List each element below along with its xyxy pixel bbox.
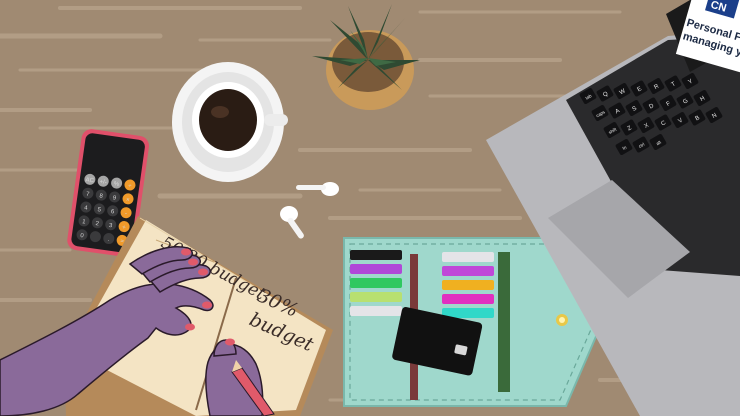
- earbuds: [280, 182, 339, 239]
- coffee-cup: [172, 62, 288, 182]
- card-slots-left: [350, 250, 402, 316]
- desk-scene: AC +/-% ÷ 7 8 9 × 4 5 6-1 2 3 +0. = 50/20 budget 30% …: [0, 0, 740, 416]
- card-slots-right: [442, 252, 494, 318]
- potted-plant: [312, 4, 420, 110]
- illustration: AC +/-% ÷7 8 9 ×4 5 6 -1 2 3 +0. = 50/20 budget 30% …: [0, 0, 740, 416]
- calculator-key-label: AC: [85, 177, 95, 184]
- calculator-key-label: +/-: [99, 179, 107, 186]
